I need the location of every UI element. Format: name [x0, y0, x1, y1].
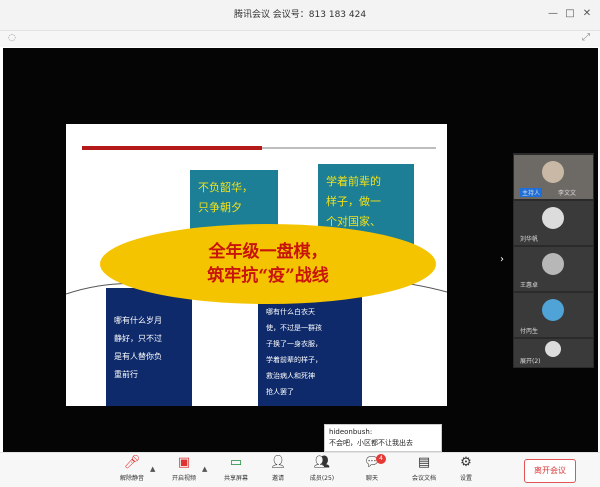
slide-text: 只争朝夕: [198, 201, 242, 214]
avatar: [545, 341, 561, 357]
slide-text: 使，不过是一群孩: [266, 324, 322, 332]
slide-text: 哪有什么岁月: [114, 316, 162, 325]
chat-message-popup[interactable]: hideonbush: 不会吧，小区都不让我出去: [324, 424, 442, 452]
title-bar: 腾讯会议 会议号：813 183 424 — □ ✕: [0, 0, 600, 31]
slide-text: 哪有什么白衣天: [266, 308, 315, 316]
members-icon: 👥︎: [313, 455, 331, 470]
invite-user-icon: 👤︎: [269, 455, 287, 470]
fullscreen-icon[interactable]: ⤢: [582, 32, 590, 43]
window-title: 腾讯会议 会议号：813 183 424: [233, 10, 367, 20]
maximize-icon[interactable]: □: [563, 7, 577, 21]
slide-headline-line: 筑牢抗“疫”战线: [207, 266, 329, 286]
document-icon: ▤: [417, 455, 431, 470]
slide-text: 救治病人和死神: [266, 372, 315, 380]
slide-text: 学着前辈的: [326, 175, 381, 188]
slide-text: 学着前辈的样子，: [266, 356, 322, 364]
slide-gray-rule: [262, 147, 436, 149]
settings-button[interactable]: ⚙ 设置: [446, 455, 486, 482]
members-button[interactable]: 👥︎ 成员(25): [302, 455, 342, 482]
panel-toggle-icon[interactable]: ›: [500, 254, 504, 265]
settings-label: 设置: [459, 475, 472, 482]
chat-unread-badge: 4: [376, 454, 386, 464]
docs-label: 会议文档: [411, 475, 436, 482]
chat-username: hideonbush:: [329, 428, 373, 436]
close-icon[interactable]: ✕: [580, 7, 594, 21]
avatar: [542, 299, 564, 321]
participant-tile[interactable]: 王惠卓: [514, 247, 593, 291]
microphone-off-icon: 🎤︎: [123, 455, 141, 470]
participant-name: 主持人: [520, 188, 543, 197]
chat-button[interactable]: 💬︎ 4 聊天: [352, 454, 392, 482]
participant-tile[interactable]: 付丙生: [514, 293, 593, 337]
shared-slide: 不负韶华， 只争朝夕 学着前辈的 样子，做一 个对国家、 对人民 哪有什么岁月 …: [66, 124, 447, 406]
chat-message-text: 不会吧，小区都不让我出去: [329, 439, 413, 447]
avatar: [542, 207, 564, 229]
participant-name: 李文文: [558, 190, 577, 197]
share-label: 共享屏幕: [223, 475, 248, 482]
chevron-up-icon[interactable]: ▲: [202, 465, 207, 473]
slide-text: 是有人替你负: [114, 352, 162, 361]
slide-text: 重前行: [114, 370, 138, 379]
slide-text: 静好，只不过: [114, 334, 162, 343]
video-label: 开启视频: [171, 475, 196, 482]
participant-expand-label[interactable]: 展开(2): [520, 356, 541, 365]
participant-name: 王惠卓: [520, 282, 539, 289]
leave-meeting-button[interactable]: 离开会议: [524, 459, 576, 483]
participant-name: 付丙生: [520, 328, 539, 335]
video-button[interactable]: ▣ 开启视频: [164, 455, 204, 482]
signal-icon[interactable]: ◌: [8, 33, 16, 43]
avatar: [542, 253, 564, 275]
chevron-up-icon[interactable]: ▲: [150, 465, 155, 473]
invite-label: 邀请: [271, 475, 284, 482]
mute-label: 解除静音: [119, 475, 144, 482]
mute-button[interactable]: 🎤︎ 解除静音: [112, 455, 152, 482]
participant-tile[interactable]: 主持人 李文文: [514, 155, 593, 199]
bottom-toolbar: 🎤︎ 解除静音 ▲ ▣ 开启视频 ▲ ▭ 共享屏幕 👤︎ 邀请 👥︎ 成员(25…: [0, 452, 600, 487]
slide-headline-oval: 全年级一盘棋， 筑牢抗“疫”战线: [100, 224, 436, 304]
settings-icon: ⚙: [460, 455, 472, 470]
slide-text: 样子，做一: [326, 195, 381, 208]
invite-button[interactable]: 👤︎ 邀请: [258, 455, 298, 482]
participant-panel: 主持人 李文文 刘华帆 王惠卓 付丙生 展开(2): [513, 153, 594, 368]
chat-label: 聊天: [365, 475, 378, 482]
minimize-icon[interactable]: —: [546, 7, 560, 21]
slide-text: 子换了一身衣服，: [266, 340, 322, 348]
participant-tile[interactable]: 刘华帆: [514, 201, 593, 245]
participant-tile[interactable]: 展开(2): [514, 339, 593, 367]
share-screen-button[interactable]: ▭ 共享屏幕: [216, 455, 256, 482]
slide-text: 不负韶华，: [198, 181, 253, 194]
avatar: [542, 161, 564, 183]
slide-headline-line: 全年级一盘棋，: [208, 242, 328, 262]
docs-button[interactable]: ▤ 会议文档: [404, 455, 444, 482]
slide-box-navy-left: 哪有什么岁月 静好，只不过 是有人替你负 重前行: [106, 288, 192, 406]
members-label: 成员(25): [309, 475, 335, 482]
screen-share-icon: ▭: [229, 455, 243, 470]
camera-off-icon: ▣: [177, 455, 191, 470]
sub-toolbar: ◌ ⤢: [0, 31, 600, 47]
slide-red-rule: [82, 146, 262, 150]
participant-name: 刘华帆: [520, 236, 539, 243]
slide-text: 抢人罢了: [266, 388, 294, 396]
